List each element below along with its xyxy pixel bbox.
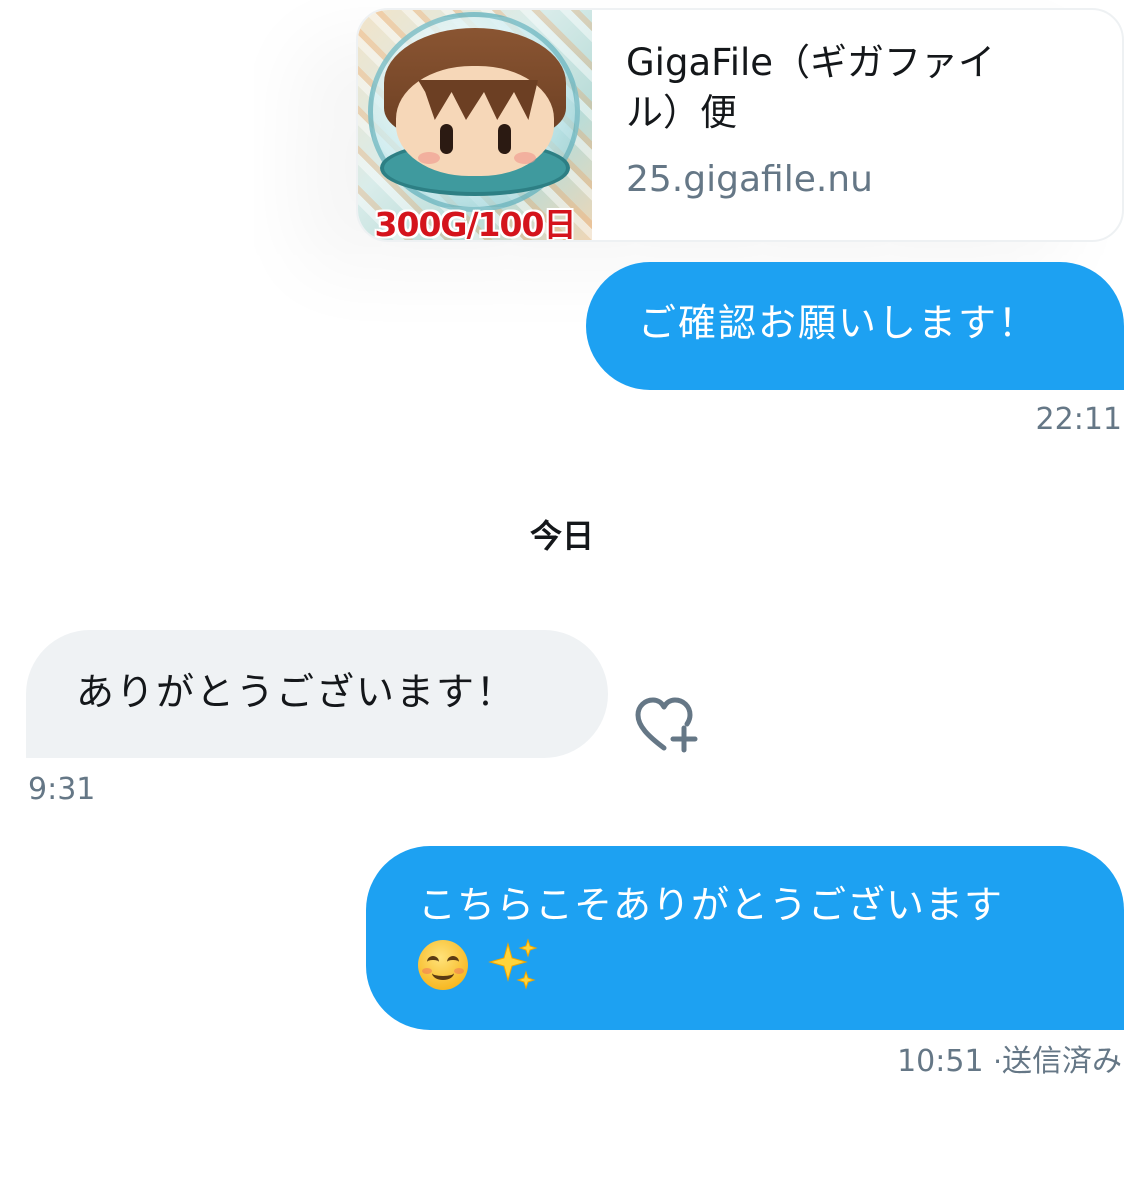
heart-plus-icon[interactable] (634, 696, 704, 756)
link-domain[interactable]: 25.gigafile.nu (626, 156, 1092, 204)
character-eye-graphic (440, 124, 453, 154)
date-separator: 今日 (529, 517, 594, 555)
link-title[interactable]: GigaFile（ギガファイル）便 (626, 38, 1026, 138)
emoji-row (418, 938, 1094, 992)
sparkles-icon (488, 938, 538, 990)
smiling-face-icon (418, 940, 468, 990)
character-cheek-graphic (514, 152, 536, 164)
dm-conversation: 300G/100日 GigaFile（ギガファイル）便 25.gigafile.… (0, 0, 1124, 1200)
thumbnail-badge: 300G/100日 (374, 205, 577, 242)
message-timestamp: 9:31 (28, 772, 96, 807)
incoming-message-bubble[interactable]: ありがとうございます！ (26, 630, 608, 758)
character-cheek-graphic (418, 152, 440, 164)
message-text: ご確認お願いします！ (638, 301, 1039, 345)
link-thumbnail: 300G/100日 (358, 10, 592, 242)
message-timestamp: 22:11 (1035, 402, 1122, 437)
message-timestamp: 10:51 (897, 1044, 984, 1079)
message-text: こちらこそありがとうございます (418, 883, 1004, 927)
outgoing-message-bubble[interactable]: こちらこそありがとうございます (366, 846, 1124, 1030)
message-text: ありがとうございます！ (76, 670, 517, 714)
link-card-text: GigaFile（ギガファイル）便 25.gigafile.nu (592, 10, 1122, 240)
status-separator: · (993, 1045, 1002, 1078)
heart-plus-icon-svg (635, 697, 698, 753)
sent-status: 送信済み (1002, 1044, 1122, 1079)
character-eye-graphic (498, 124, 511, 154)
outgoing-message-bubble[interactable]: ご確認お願いします！ (586, 262, 1124, 390)
message-timestamp-status: 10:51 ·送信済み (897, 1044, 1122, 1080)
link-preview-card[interactable]: 300G/100日 GigaFile（ギガファイル）便 25.gigafile.… (356, 8, 1124, 242)
